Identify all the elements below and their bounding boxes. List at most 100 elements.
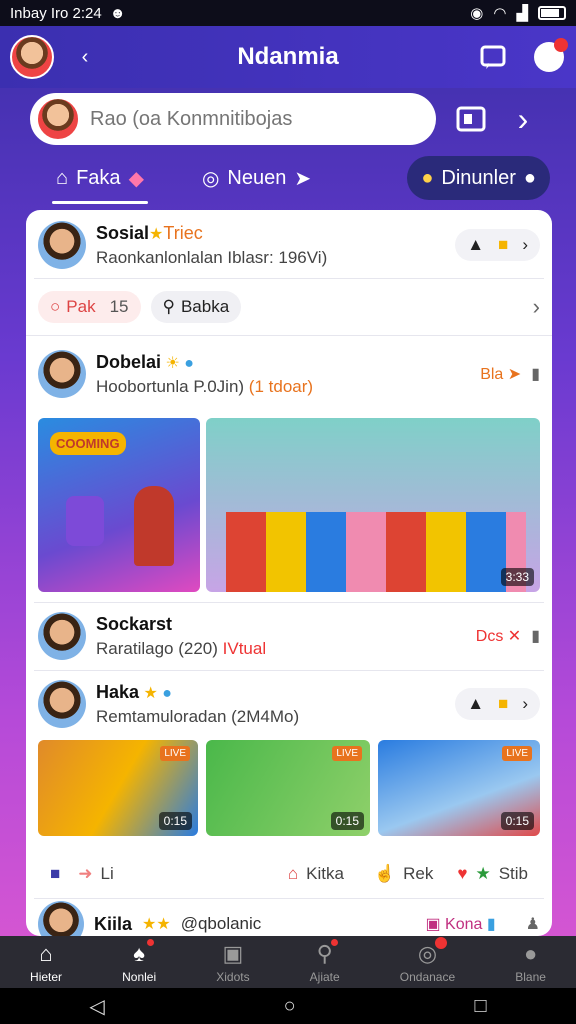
notifications-button[interactable] bbox=[532, 38, 568, 74]
author-avatar[interactable] bbox=[38, 221, 86, 269]
nav-xidots[interactable]: ▣ Xidots bbox=[216, 941, 249, 984]
post-thumb-2[interactable]: LIVE 0:15 bbox=[206, 740, 370, 836]
back-triangle-icon[interactable]: ◁ bbox=[89, 994, 104, 1019]
post-thumb-1[interactable]: LIVE 0:15 bbox=[38, 740, 198, 836]
post-header[interactable]: Dobelai ☀ ● Hoobortunla P.0Jin) (1 tdoar… bbox=[26, 338, 552, 410]
author-avatar[interactable] bbox=[38, 901, 84, 936]
search-input[interactable] bbox=[90, 107, 390, 131]
home-outline-icon: ⌂ bbox=[287, 864, 299, 883]
card-icon: ♠ bbox=[133, 940, 145, 966]
author-avatar[interactable] bbox=[38, 680, 86, 728]
up-icon: ▲ bbox=[467, 235, 485, 254]
babka-chip[interactable]: ⚲ Babka bbox=[150, 291, 242, 323]
message-icon[interactable] bbox=[476, 40, 510, 74]
search-bar[interactable] bbox=[30, 93, 436, 145]
video-icon: ▣ bbox=[222, 940, 244, 966]
post-subtitle: Hoobortunla P.0Jin) bbox=[96, 376, 245, 396]
tab-bar: ⌂ Faka ◆ ◎ Neuen ➤ ● Dinunler ● bbox=[30, 156, 550, 204]
tab-label: Neuen bbox=[227, 166, 287, 189]
thumb-tag: LIVE bbox=[502, 746, 532, 761]
nav-ondanace[interactable]: ◎ Ondanace bbox=[400, 936, 455, 984]
divider bbox=[26, 335, 552, 336]
recents-square-icon[interactable]: □ bbox=[474, 995, 486, 1018]
chat-icon: ◎ bbox=[201, 167, 220, 190]
post-meta: Dcs ✕ bbox=[475, 628, 522, 645]
tab-faka[interactable]: ⌂ Faka ◆ bbox=[42, 156, 158, 204]
nav-ajiate[interactable]: ⚲ Ajiate bbox=[309, 938, 340, 984]
chevron-right-icon[interactable]: › bbox=[533, 294, 540, 320]
reaction-chip[interactable]: ▲ ■ › bbox=[455, 688, 540, 720]
post-time: (1 tdoar) bbox=[248, 376, 314, 396]
back-icon[interactable]: ‹ bbox=[68, 40, 102, 74]
author-avatar[interactable] bbox=[38, 350, 86, 398]
battery-icon bbox=[538, 6, 566, 20]
globe-icon: ● bbox=[184, 354, 194, 372]
tab-neuen[interactable]: ◎ Neuen ➤ bbox=[188, 156, 325, 200]
post-meta: Bla ➤ bbox=[480, 366, 522, 383]
nav-home[interactable]: ⌂ Hieter bbox=[30, 941, 62, 984]
arrow-icon: ➤ bbox=[294, 167, 312, 190]
sun-icon: ☀ bbox=[165, 354, 180, 372]
thumbs-up-icon: ● bbox=[162, 684, 172, 702]
share-arrow-icon: ➜ bbox=[78, 864, 93, 883]
profile-avatar[interactable] bbox=[10, 35, 54, 79]
nav-label: Nonlei bbox=[122, 969, 157, 984]
tab-dinunler[interactable]: ● Dinunler ● bbox=[407, 156, 550, 200]
share-button[interactable]: ⌂ Kitka bbox=[288, 864, 344, 884]
post-actions: ■ ➜ Li ⌂ Kitka ☝ Rek ♥ ★ Stib bbox=[26, 852, 552, 896]
nav-profile[interactable]: ● Blane bbox=[515, 941, 546, 984]
image-title: COOMING bbox=[50, 432, 126, 455]
comment-label: Rek bbox=[403, 864, 434, 883]
thumb-tag: LIVE bbox=[332, 746, 362, 761]
author-avatar[interactable] bbox=[38, 612, 86, 660]
system-nav-bar: ◁ ○ □ bbox=[0, 988, 576, 1024]
post-header[interactable]: Sosial★Triec Raonkanlonlalan Iblasr: 196… bbox=[26, 210, 552, 278]
bottom-nav: ⌂ Hieter ♠ Nonlei ▣ Xidots ⚲ Ajiate ◎ Ondanac… bbox=[0, 936, 576, 988]
notification-icon: ◉ bbox=[470, 5, 484, 22]
reaction-chip[interactable]: ▲ ■ › bbox=[455, 229, 540, 261]
reward-icon: ■ bbox=[498, 694, 509, 713]
reward-icon: ■ bbox=[498, 235, 509, 254]
home-circle-icon[interactable]: ○ bbox=[284, 995, 296, 1018]
post-header[interactable]: Haka ★ ● Remtamuloradan (2M4Mo) ▲ ■ › bbox=[26, 672, 552, 736]
heart-icon: ♥ bbox=[457, 864, 468, 883]
thumbs-up-outline-icon: ☝ bbox=[373, 864, 396, 883]
like-button[interactable]: ■ ➜ Li bbox=[50, 864, 114, 884]
search-row: › bbox=[0, 88, 576, 150]
post-thumb-3[interactable]: LIVE 0:15 bbox=[378, 740, 540, 836]
divider bbox=[34, 602, 544, 603]
author-handle: @qbolanic bbox=[180, 914, 262, 933]
home-icon: ⌂ bbox=[39, 940, 53, 966]
tab-label: Faka bbox=[76, 166, 121, 189]
media-icon[interactable] bbox=[454, 102, 488, 136]
post-header[interactable]: Kiila ★★ @qbolanic ▣ Kona ▮ ♟ bbox=[26, 901, 552, 936]
save-button[interactable]: ♥ ★ Stib bbox=[457, 864, 528, 884]
wifi-icon: ◠ bbox=[493, 5, 507, 22]
person-icon[interactable]: ♟ bbox=[526, 914, 540, 934]
post-image-2[interactable]: 3:33 bbox=[206, 418, 540, 592]
forward-icon[interactable]: › bbox=[506, 101, 540, 137]
video-duration: 0:15 bbox=[330, 812, 364, 830]
post-header[interactable]: Sockarst Raratilago (220) IVtual Dcs ✕ ▮ bbox=[26, 604, 552, 668]
divider bbox=[34, 670, 544, 671]
more-icon[interactable]: ▮ bbox=[531, 364, 540, 384]
speaker-icon bbox=[66, 496, 104, 546]
video-duration: 0:15 bbox=[500, 812, 534, 830]
thumb-tag: LIVE bbox=[160, 746, 190, 761]
nav-label: Ajiate bbox=[309, 969, 340, 984]
share-label: Kitka bbox=[306, 864, 344, 883]
chip-row: ○ Pak 15 ⚲ Babka › bbox=[26, 279, 552, 335]
search-avatar bbox=[36, 97, 80, 141]
post-meta: ▣ Kona ▮ bbox=[425, 916, 496, 933]
pak-chip[interactable]: ○ Pak 15 bbox=[38, 291, 141, 323]
post-image-1[interactable]: COOMING bbox=[38, 418, 200, 592]
bookmark-icon: ◆ bbox=[128, 167, 144, 190]
author-name: Sosial bbox=[96, 222, 150, 243]
more-icon[interactable]: ▮ bbox=[531, 626, 540, 646]
person-icon: ● bbox=[523, 940, 538, 966]
person-figure bbox=[134, 486, 174, 566]
nav-nonlei[interactable]: ♠ Nonlei bbox=[122, 938, 157, 984]
smiley-icon: ● bbox=[421, 166, 434, 189]
comment-button[interactable]: ☝ Rek bbox=[374, 864, 433, 884]
comment-icon: ○ bbox=[50, 297, 61, 316]
